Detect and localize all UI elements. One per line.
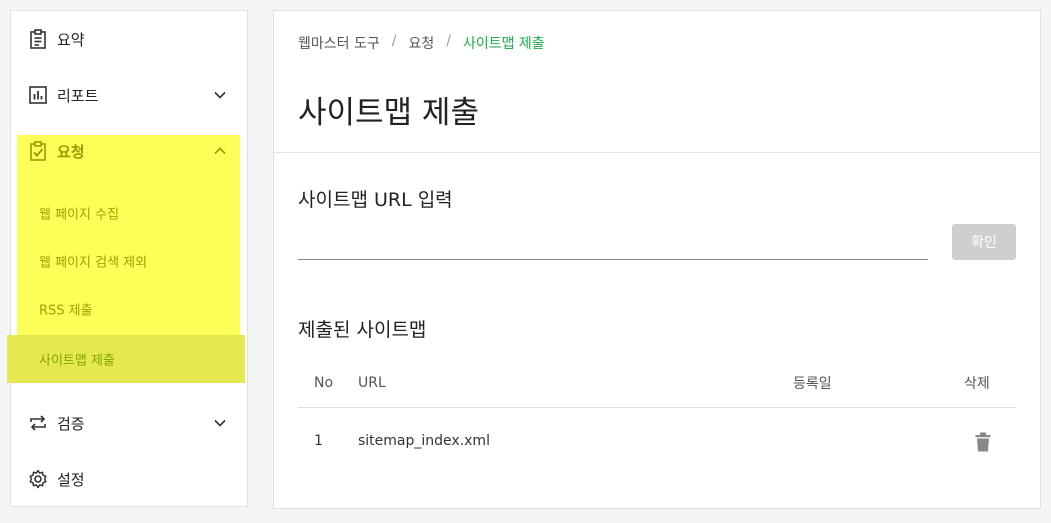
sidebar-item-report[interactable]: 리포트 — [11, 67, 247, 123]
sitemap-url-input[interactable] — [298, 233, 928, 260]
header-divider — [274, 152, 1040, 153]
bar-chart-icon — [29, 86, 47, 104]
sitemap-table: No URL 등록일 삭제 1 sitemap_index.xml — [298, 359, 1016, 474]
cell-url: sitemap_index.xml — [358, 433, 490, 449]
table-header: No URL 등록일 삭제 — [298, 359, 1016, 408]
input-section-title: 사이트맵 URL 입력 — [298, 189, 453, 211]
sidebar-subitem-rss[interactable]: RSS 제출 — [7, 285, 245, 333]
header-date: 등록일 — [793, 376, 832, 392]
header-url: URL — [358, 375, 386, 391]
chevron-down-icon — [214, 419, 226, 427]
sidebar-item-label: 리포트 — [57, 86, 99, 105]
breadcrumb-separator: / — [446, 33, 451, 49]
confirm-button[interactable]: 확인 — [952, 224, 1016, 260]
sidebar: 요약 리포트 요청 웹 페이지 수집 웹 페이지 검색 제외 RSS 제출 사이… — [7, 10, 248, 507]
clipboard-list-icon — [30, 29, 46, 49]
sidebar-item-label: 요약 — [57, 30, 85, 49]
chevron-up-icon — [214, 147, 226, 155]
sidebar-subitem-label: 웹 페이지 검색 제외 — [39, 255, 148, 271]
breadcrumb-item-webmaster[interactable]: 웹마스터 도구 — [298, 33, 380, 53]
sidebar-item-label: 요청 — [57, 142, 85, 161]
breadcrumb: 웹마스터 도구 / 요청 / 사이트맵 제출 — [298, 33, 545, 53]
sidebar-item-label: 검증 — [57, 414, 85, 433]
gear-icon — [29, 469, 47, 489]
table-row: 1 sitemap_index.xml — [298, 408, 1016, 474]
sidebar-subitem-page-collect[interactable]: 웹 페이지 수집 — [7, 189, 245, 237]
sidebar-subitem-sitemap[interactable]: 사이트맵 제출 — [7, 335, 245, 383]
breadcrumb-separator: / — [391, 33, 397, 49]
trash-icon[interactable] — [974, 432, 992, 452]
sidebar-item-request[interactable]: 요청 — [11, 123, 247, 179]
sidebar-subitem-label: RSS 제출 — [39, 303, 93, 319]
cell-no: 1 — [314, 433, 323, 449]
sidebar-subitem-label: 웹 페이지 수집 — [39, 207, 120, 223]
page-title: 사이트맵 제출 — [298, 95, 479, 131]
clipboard-check-icon — [30, 141, 46, 161]
sidebar-item-settings[interactable]: 설정 — [11, 451, 247, 507]
breadcrumb-item-current: 사이트맵 제출 — [462, 36, 545, 52]
repeat-icon — [30, 415, 46, 431]
list-section-title: 제출된 사이트맵 — [298, 319, 427, 341]
sidebar-item-verify[interactable]: 검증 — [11, 395, 247, 451]
sidebar-item-summary[interactable]: 요약 — [11, 11, 247, 67]
header-no: No — [314, 375, 334, 391]
chevron-down-icon — [214, 91, 226, 99]
sidebar-item-label: 설정 — [57, 470, 85, 489]
sidebar-subitem-label: 사이트맵 제출 — [39, 353, 115, 369]
breadcrumb-item-request[interactable]: 요청 — [408, 33, 434, 53]
main-panel: 웹마스터 도구 / 요청 / 사이트맵 제출 사이트맵 제출 사이트맵 URL … — [273, 10, 1041, 509]
sidebar-subitem-page-exclude[interactable]: 웹 페이지 검색 제외 — [7, 237, 245, 285]
header-delete: 삭제 — [964, 376, 990, 392]
